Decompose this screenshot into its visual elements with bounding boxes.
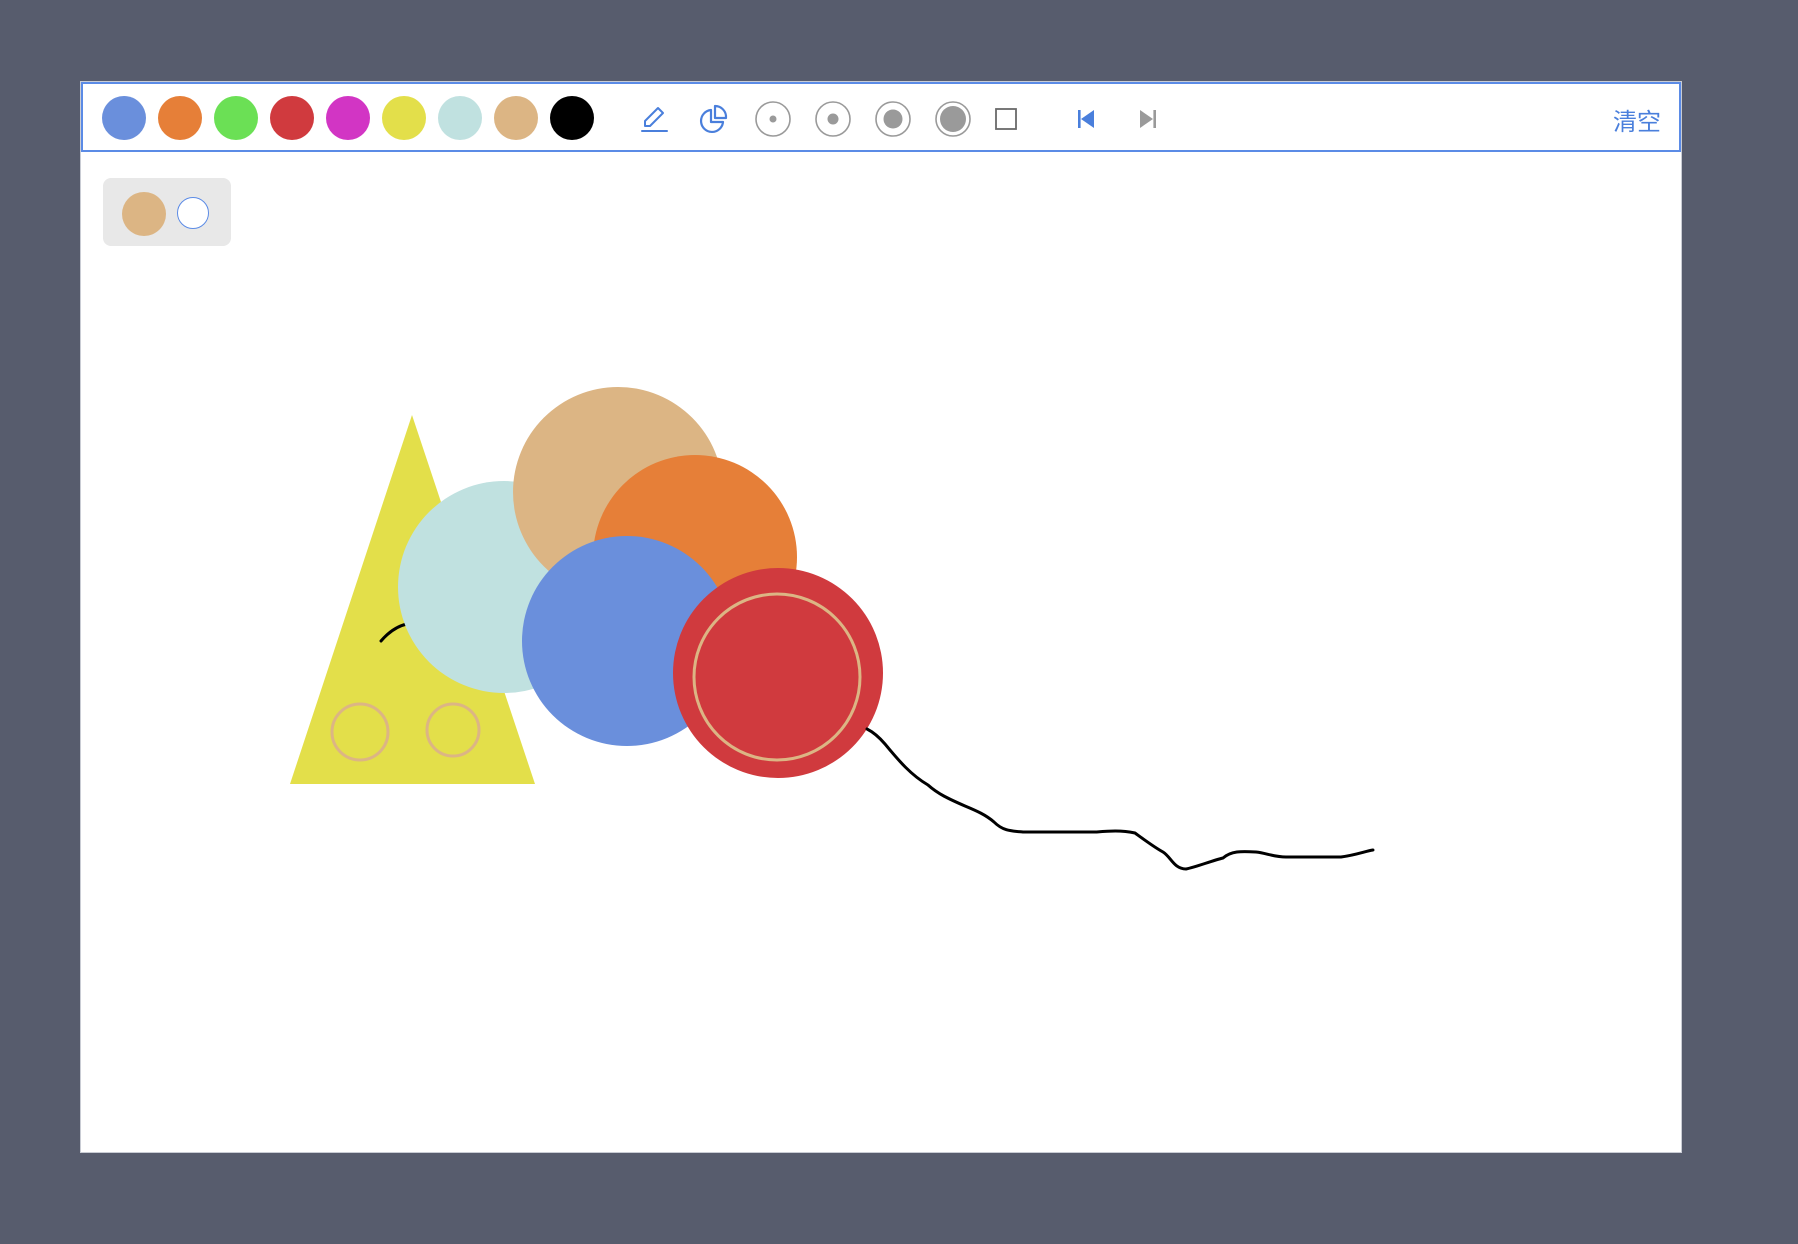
brush-size-xs-icon [755, 101, 791, 137]
shape-tool-button[interactable] [694, 99, 734, 139]
swatch-orange[interactable] [158, 96, 202, 140]
brush-size-l-icon [935, 101, 971, 137]
swatch-light-cyan[interactable] [438, 96, 482, 140]
square-eraser-icon [995, 108, 1017, 130]
swatch-red[interactable] [270, 96, 314, 140]
swatch-black[interactable] [550, 96, 594, 140]
swatch-yellow[interactable] [382, 96, 426, 140]
swatch-blue[interactable] [102, 96, 146, 140]
undo-button[interactable] [1066, 99, 1106, 139]
drawing-board: 清空 [80, 81, 1682, 1153]
undo-icon [1078, 110, 1094, 128]
brush-size-l-button[interactable] [933, 99, 973, 139]
eraser-tool-button[interactable] [986, 99, 1026, 139]
pencil-tool-button[interactable] [633, 99, 673, 139]
toolbar: 清空 [81, 82, 1681, 152]
drawing-canvas[interactable] [81, 152, 1681, 1152]
redo-icon [1140, 110, 1156, 128]
pie-shape-icon [699, 104, 728, 134]
swatch-green[interactable] [214, 96, 258, 140]
brush-size-xs-button[interactable] [753, 99, 793, 139]
pencil-icon [641, 107, 668, 132]
brush-size-s-icon [815, 101, 851, 137]
swatch-magenta[interactable] [326, 96, 370, 140]
swatch-tan[interactable] [494, 96, 538, 140]
brush-size-s-button[interactable] [813, 99, 853, 139]
brush-size-m-icon [875, 101, 911, 137]
drawn-red-circle [673, 568, 883, 778]
clear-button[interactable]: 清空 [1613, 102, 1661, 137]
drawn-black-freehand-line [865, 727, 1375, 871]
redo-button[interactable] [1128, 99, 1168, 139]
brush-size-m-button[interactable] [873, 99, 913, 139]
